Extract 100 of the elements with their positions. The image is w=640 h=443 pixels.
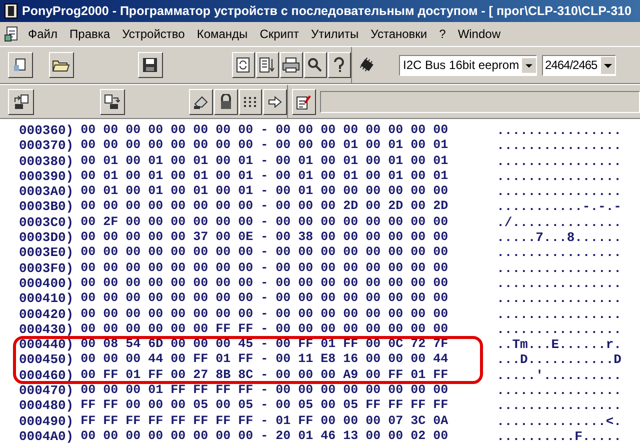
new-file-button[interactable] (8, 52, 33, 78)
list-arrow-icon (259, 57, 276, 73)
hex-bytes: 00 00 00 44 00 FF 01 FF - 00 11 E8 16 00 00 00 44 (80, 352, 450, 368)
address: 000450) (19, 352, 74, 368)
address: 000480) (19, 398, 74, 414)
padlock-icon (218, 94, 233, 110)
menu-item[interactable]: Правка (64, 25, 116, 43)
printer-icon (282, 57, 300, 73)
address: 0003D0) (19, 230, 74, 246)
menu-item[interactable]: Утилиты (304, 25, 365, 43)
address: 000470) (19, 383, 74, 398)
menu-item[interactable]: Window (452, 25, 506, 43)
menu-item[interactable]: Скрипт (254, 25, 305, 43)
ascii-text: ................ (496, 322, 622, 338)
next-button[interactable] (263, 88, 287, 114)
ascii-text: ................ (496, 138, 622, 154)
ascii-text: ................ (496, 123, 622, 138)
read-button[interactable] (8, 88, 34, 114)
refresh-icon (235, 57, 252, 73)
ascii-text: ................ (496, 276, 622, 292)
address: 000430) (19, 322, 74, 338)
address: 000390) (19, 168, 74, 184)
grid-button[interactable] (238, 88, 262, 114)
address: 0003A0) (19, 184, 74, 200)
ascii-text: ..Tm...E......r. (496, 337, 622, 352)
hex-bytes: 00 FF 01 FF 00 27 8B 8C - 00 00 00 A9 00 FF 01 FF (80, 368, 450, 384)
print-button[interactable] (280, 52, 303, 78)
address: 0003E0) (19, 245, 74, 261)
hex-bytes: 00 00 00 00 00 00 00 00 - 00 00 00 00 00 00 00 00 (80, 306, 450, 322)
arrow-right-icon (268, 96, 282, 108)
ascii-text: ./.............. (496, 214, 622, 230)
save-button[interactable] (138, 52, 163, 78)
hex-bytes: 00 01 00 01 00 01 00 01 - 00 01 00 01 00 01 00 01 (80, 154, 450, 169)
address: 000360) (19, 123, 74, 138)
note-pencil-icon (296, 94, 312, 110)
app-icon (4, 3, 18, 19)
menu-item[interactable]: ? (433, 25, 452, 43)
hex-bytes: 00 00 00 00 00 00 00 00 - 00 00 00 2D 00 2D 00 2D (80, 199, 450, 215)
window-title: PonyProg2000 - Программатор устройств с последовательным доступом - [ прог\CLP-310\CLP-310 (22, 2, 632, 20)
ascii-text: ..............<. (496, 414, 622, 429)
address: 000370) (19, 138, 74, 154)
question-mark-icon (333, 57, 346, 73)
note-button[interactable] (292, 88, 316, 114)
address: 0003B0) (19, 199, 74, 215)
menu-item[interactable]: Команды (190, 25, 254, 43)
chip-icon (358, 57, 376, 73)
dropdown-value: I2C Bus 16bit eeprom (402, 57, 520, 74)
address: 0003C0) (19, 214, 74, 230)
address: 0004A0) (19, 428, 74, 443)
open-button[interactable] (48, 52, 74, 78)
device-family-dropdown[interactable]: I2C Bus 16bit eeprom (399, 54, 537, 76)
hex-bytes: 00 08 54 6D 00 00 00 45 - 00 FF 01 FF 00 0C 72 7F (80, 337, 450, 352)
eraser-icon (193, 94, 210, 110)
read-device-icon (12, 94, 29, 110)
hex-bytes: FF FF FF FF FF FF FF FF - 01 FF 00 00 00 07 3C 0A (80, 414, 450, 429)
address: 000440) (19, 337, 74, 352)
ascii-text: ................ (496, 291, 622, 307)
hex-bytes: 00 00 00 00 00 00 00 00 - 00 00 00 00 00 00 00 00 (80, 291, 450, 307)
hex-bytes: 00 00 00 00 00 00 00 00 - 00 00 00 01 00 01 00 01 (80, 138, 450, 154)
hex-bytes: 00 00 00 01 FF FF FF FF - 00 00 00 00 00 00 00 00 (80, 383, 450, 398)
hex-bytes: 00 00 00 00 00 00 00 00 - 00 00 00 00 00 00 00 00 (80, 245, 450, 261)
dot-grid-icon (243, 96, 258, 108)
comment-field[interactable] (320, 90, 640, 112)
hex-bytes: 00 00 00 00 00 00 00 00 - 00 00 00 00 00 00 00 00 (80, 123, 450, 138)
caret-icon (522, 56, 536, 74)
address: 000380) (19, 154, 74, 169)
hex-bytes: FF FF 00 00 00 05 00 05 - 00 05 00 05 FF FF FF FF (80, 398, 450, 414)
hex-bytes: 00 2F 00 00 00 00 00 00 - 00 00 00 00 00 00 00 00 (80, 214, 450, 230)
address: 000400) (19, 276, 74, 292)
write-button[interactable] (100, 88, 126, 114)
dropdown-value: 2464/2465 (544, 57, 598, 74)
caret-icon (601, 56, 615, 74)
device-type-dropdown[interactable]: 2464/2465 (542, 54, 616, 76)
hex-bytes: 00 00 00 00 00 00 00 00 - 20 01 46 13 00 00 02 00 (80, 428, 450, 443)
lock-button[interactable] (214, 88, 238, 114)
address: 000410) (19, 291, 74, 307)
erase-button[interactable] (189, 88, 213, 114)
ascii-text: ................ (496, 260, 622, 276)
ascii-text: ..........F..... (496, 428, 622, 443)
address: 0003F0) (19, 260, 74, 276)
write-device-icon (104, 94, 120, 110)
ascii-text: .....7...8...... (496, 230, 622, 246)
address: 000460) (19, 368, 74, 384)
address: 000420) (19, 306, 74, 322)
ascii-text: ................ (496, 383, 622, 398)
ascii-text: ................ (496, 245, 622, 261)
menu-item[interactable]: Файл (22, 25, 64, 43)
ascii-text: ...D...........D (496, 352, 622, 368)
hex-bytes: 00 00 00 00 00 37 00 0E - 00 38 00 00 00 00 00 00 (80, 230, 450, 246)
reload-button[interactable] (232, 52, 255, 78)
ascii-text: ................ (496, 154, 622, 169)
ascii-text: ................ (496, 306, 622, 322)
setup-button[interactable] (304, 52, 327, 78)
hex-bytes: 00 00 00 00 00 00 00 00 - 00 00 00 00 00 00 00 00 (80, 276, 450, 292)
ascii-text: ................ (496, 398, 622, 414)
list-button[interactable] (256, 52, 279, 78)
hex-bytes: 00 00 00 00 00 00 FF FF - 00 00 00 00 00 00 00 00 (80, 322, 450, 338)
menu-item[interactable]: Устройство (116, 25, 191, 43)
menu-item[interactable]: Установки (364, 25, 434, 43)
help-button[interactable] (328, 52, 351, 78)
